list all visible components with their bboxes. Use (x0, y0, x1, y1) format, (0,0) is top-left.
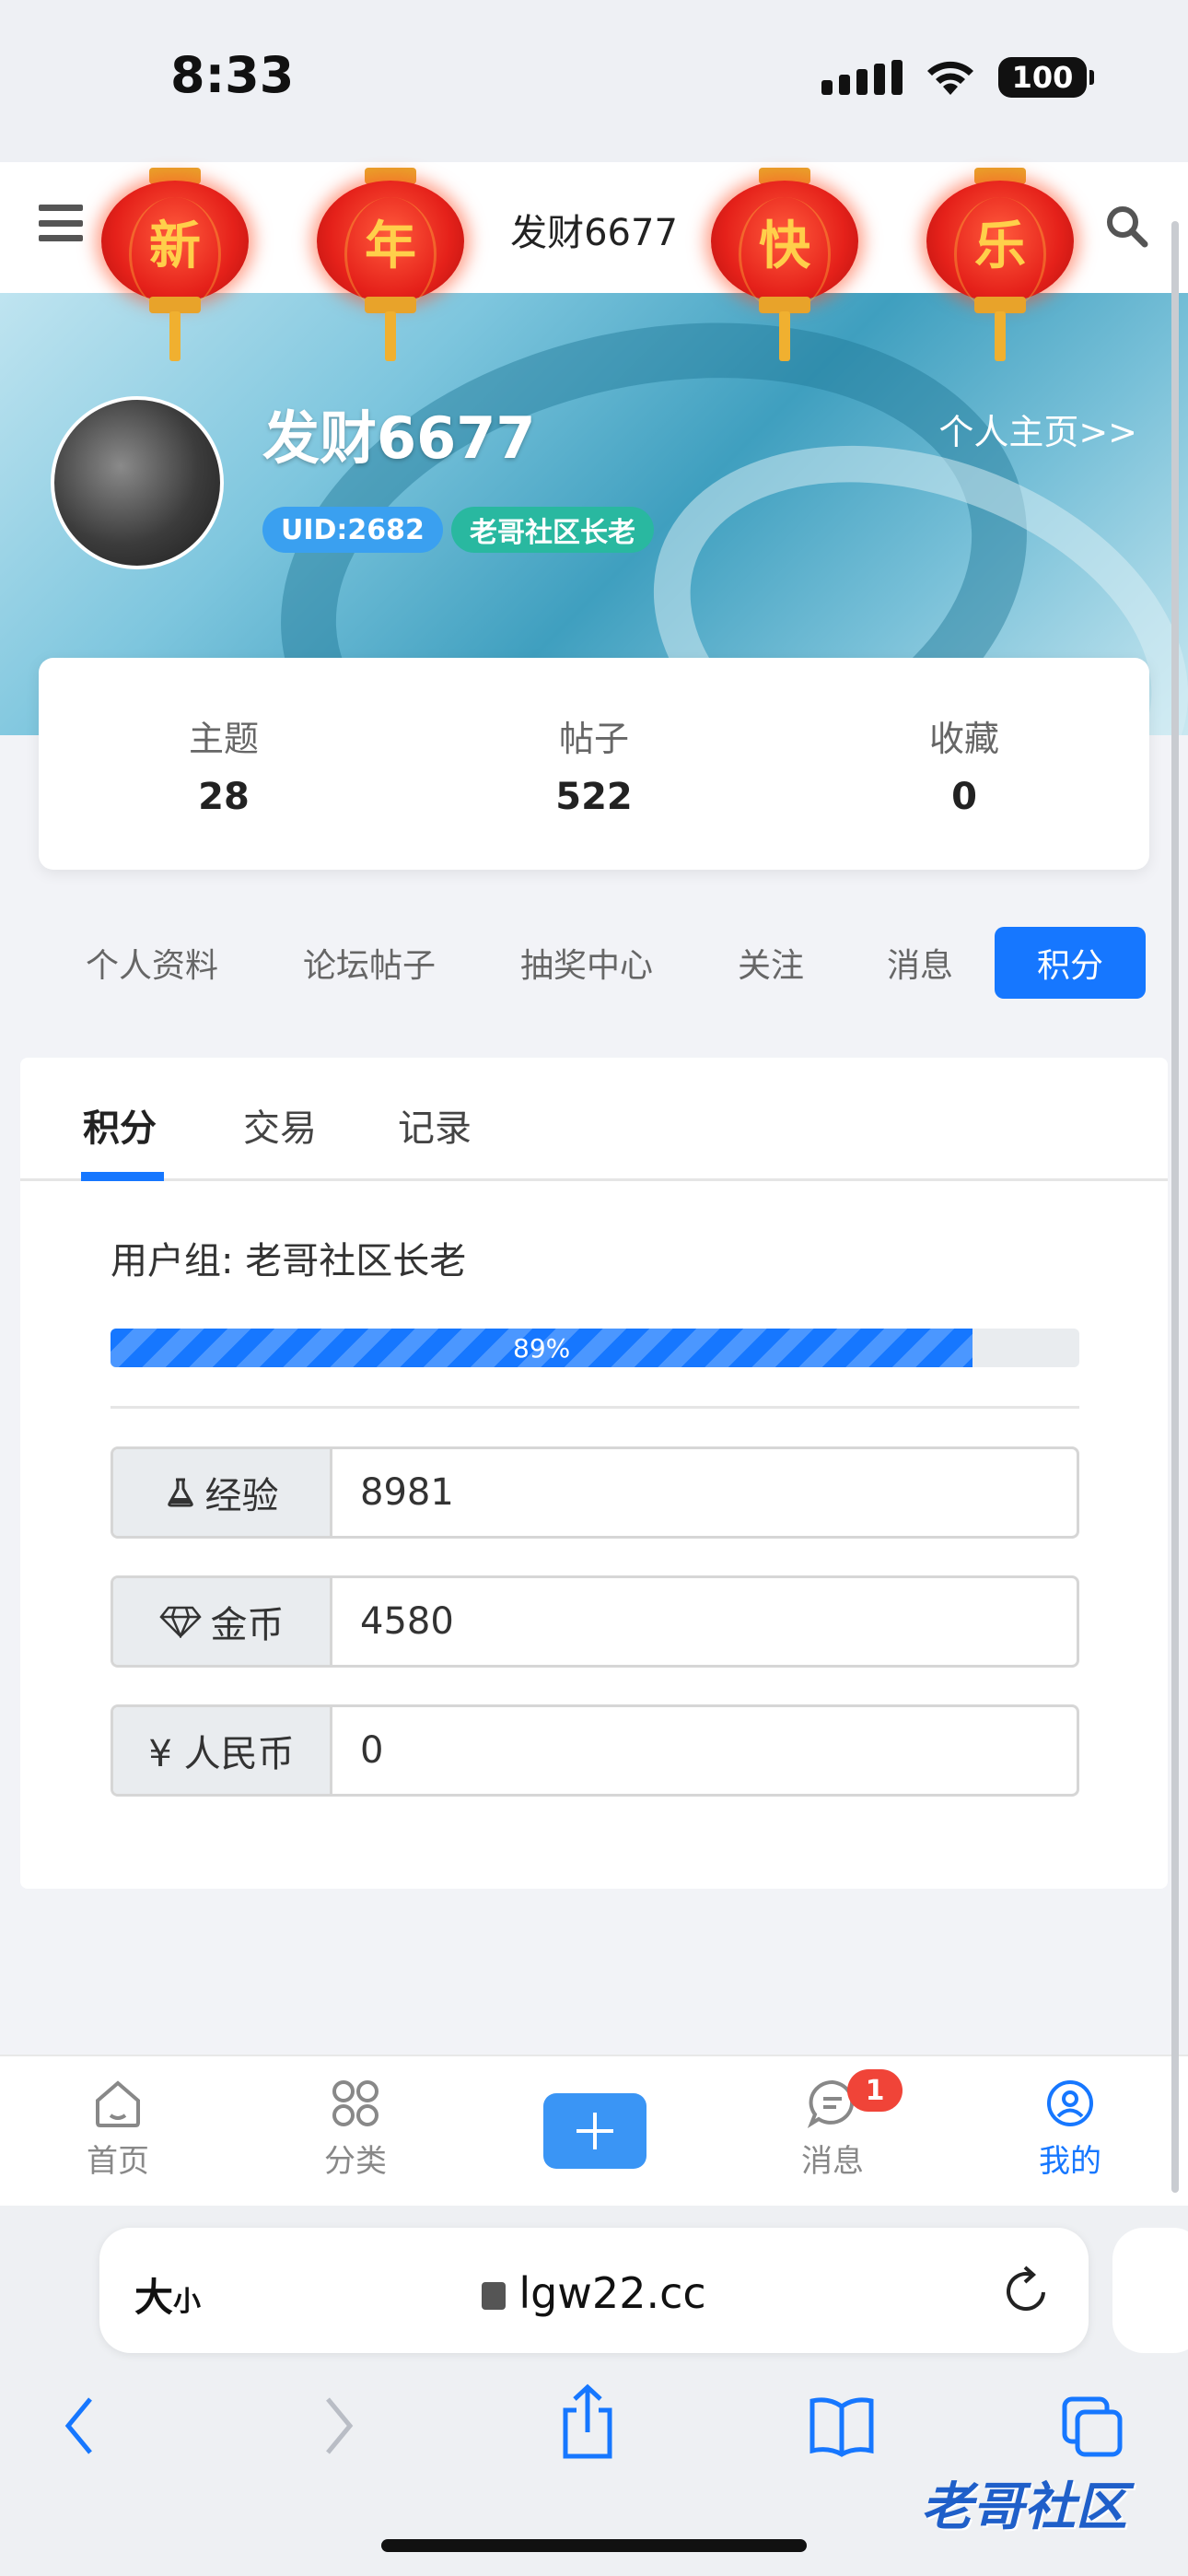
nav-messages[interactable]: 消息 (868, 927, 973, 999)
stat-posts[interactable]: 帖子 522 (409, 658, 779, 870)
stat-value: 522 (555, 775, 633, 818)
tab-transactions[interactable]: 交易 (243, 1098, 317, 1152)
home-indicator (381, 2539, 807, 2552)
level-progress-bar: 89% (111, 1329, 1079, 1367)
plus-icon (577, 2113, 613, 2149)
tabbar-home[interactable]: 首页 (53, 2078, 182, 2181)
url-text[interactable]: lgw22.cc (99, 2268, 1089, 2318)
profile-username: 发财6677 (262, 404, 536, 472)
nav-lottery-center[interactable]: 抽奖中心 (499, 927, 674, 999)
status-time: 8:33 (170, 46, 295, 104)
stat-value: 28 (198, 775, 250, 818)
stat-value: 0 (951, 775, 977, 818)
stat-topics[interactable]: 主题 28 (39, 658, 409, 870)
stat-favorites[interactable]: 收藏 0 (779, 658, 1149, 870)
nav-profile[interactable]: 个人资料 (64, 927, 239, 999)
tabbar-categories[interactable]: 分类 (291, 2078, 420, 2181)
divider (111, 1406, 1079, 1409)
credits-panel: 积分 交易 记录 用户组: 老哥社区长老 89% 经验 8981 金币 4580 (20, 1058, 1168, 1889)
tab-records[interactable]: 记录 (398, 1098, 472, 1152)
status-icons: 100 (821, 57, 1094, 98)
experience-field: 经验 8981 (111, 1446, 1079, 1539)
homepage-link[interactable]: 个人主页>> (938, 404, 1137, 454)
message-count-badge: 1 (847, 2069, 903, 2112)
lantern-decoration: 乐 (926, 168, 1074, 361)
field-label: ¥ 人民币 (113, 1707, 332, 1794)
tabs-icon[interactable] (1059, 2394, 1125, 2460)
new-post-button[interactable] (543, 2093, 646, 2169)
flask-icon (167, 1478, 193, 1507)
diamond-icon (158, 1606, 202, 1638)
credits-tabs: 积分 交易 记录 (20, 1058, 1168, 1181)
search-icon[interactable] (1103, 203, 1149, 249)
nav-credits[interactable]: 积分 (995, 927, 1146, 999)
tab-credits[interactable]: 积分 (83, 1098, 157, 1152)
address-bar[interactable]: 大小 lgw22.cc (99, 2228, 1089, 2353)
gold-coins-field: 金币 4580 (111, 1575, 1079, 1668)
group-badge: 老哥社区长老 (451, 507, 654, 553)
site-watermark-logo: 老哥社区 (921, 2477, 1127, 2537)
status-bar: 8:33 100 (0, 0, 1188, 162)
field-label: 金币 (113, 1578, 332, 1665)
rmb-field: ¥ 人民币 0 (111, 1704, 1079, 1797)
stat-label: 主题 (188, 718, 259, 759)
uid-badge: UID:2682 (262, 507, 443, 553)
share-icon[interactable] (556, 2383, 619, 2462)
avatar[interactable] (51, 396, 224, 569)
nav-following[interactable]: 关注 (718, 927, 823, 999)
user-group-label: 用户组: 老哥社区长老 (111, 1240, 467, 1282)
progress-fill: 89% (111, 1329, 973, 1367)
cellular-signal-icon (821, 60, 903, 95)
stat-label: 收藏 (928, 718, 999, 759)
tabbar-me[interactable]: 我的 (1006, 2078, 1135, 2181)
stats-card: 主题 28 帖子 522 收藏 0 (39, 658, 1149, 870)
field-value: 8981 (360, 1471, 454, 1514)
lantern-decoration: 快 (711, 168, 858, 361)
next-tab-peek[interactable] (1112, 2228, 1188, 2353)
lock-icon (482, 2282, 507, 2310)
bottom-tab-bar: 首页 分类 消息 1 我的 (0, 2055, 1188, 2206)
bookmarks-icon[interactable] (807, 2394, 877, 2458)
active-tab-indicator (81, 1172, 164, 1181)
wifi-icon (927, 61, 973, 95)
field-value: 0 (360, 1729, 384, 1772)
scrollbar[interactable] (1171, 221, 1179, 2193)
back-icon[interactable] (61, 2394, 98, 2458)
stat-label: 帖子 (558, 718, 629, 759)
grid-icon (332, 2080, 379, 2126)
lantern-decoration: 新 (101, 168, 249, 361)
field-label: 经验 (113, 1449, 332, 1536)
home-icon (96, 2080, 140, 2127)
forward-icon[interactable] (320, 2394, 357, 2458)
nav-forum-posts[interactable]: 论坛帖子 (282, 927, 457, 999)
battery-icon: 100 (998, 57, 1094, 98)
field-value: 4580 (360, 1600, 454, 1643)
reload-icon[interactable] (1000, 2263, 1052, 2318)
lantern-decoration: 年 (317, 168, 464, 361)
profile-nav: 个人资料 论坛帖子 抽奖中心 关注 消息 积分 (0, 927, 1188, 1001)
progress-label: 89% (513, 1332, 571, 1364)
yen-icon: ¥ 人民币 (148, 1733, 295, 1775)
user-circle-icon (1047, 2080, 1093, 2126)
